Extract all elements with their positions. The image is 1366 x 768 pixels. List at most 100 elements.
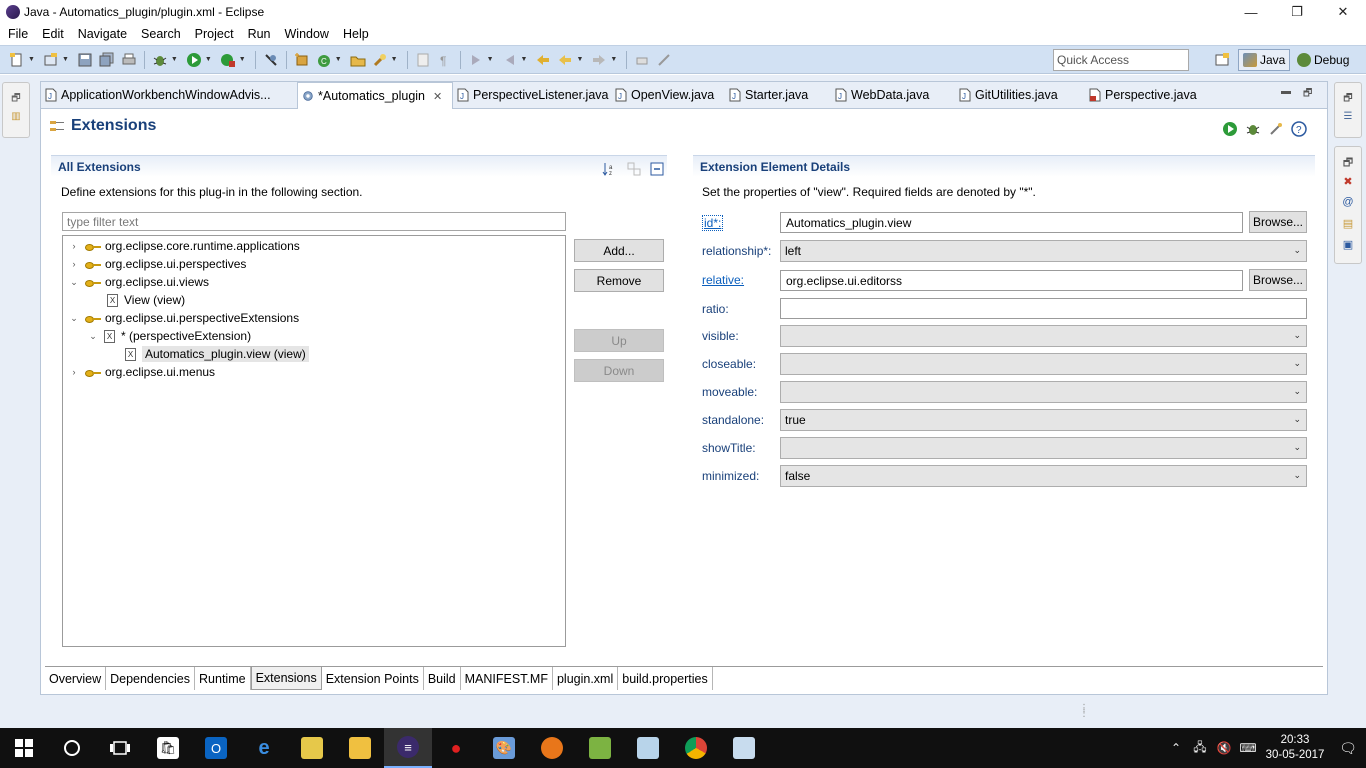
page-tab-manifest[interactable]: MANIFEST.MF bbox=[460, 667, 553, 690]
task-view-icon[interactable] bbox=[96, 728, 144, 768]
tree-item[interactable]: › org.eclipse.core.runtime.applications bbox=[69, 237, 300, 255]
page-tab-runtime[interactable]: Runtime bbox=[195, 667, 251, 690]
export-wizard-icon[interactable] bbox=[1268, 121, 1284, 137]
tree-item[interactable]: › org.eclipse.ui.menus bbox=[69, 363, 216, 381]
back-dropdown-icon[interactable]: ▼ bbox=[576, 56, 583, 63]
next-annotation-dropdown-icon[interactable]: ▼ bbox=[487, 56, 494, 63]
outlook-icon[interactable]: O bbox=[192, 728, 240, 768]
external-tools-icon[interactable] bbox=[220, 52, 236, 68]
search-dropdown-icon[interactable]: ▼ bbox=[391, 56, 398, 63]
showtitle-select[interactable]: ⌄ bbox=[780, 437, 1307, 459]
perspective-java[interactable]: Java bbox=[1238, 49, 1291, 71]
onenote-folder-icon[interactable] bbox=[288, 728, 336, 768]
edit-tool-icon[interactable] bbox=[656, 52, 672, 68]
menu-file[interactable]: File bbox=[0, 27, 35, 41]
tab-perspective-listener[interactable]: J PerspectiveListener.java bbox=[453, 82, 611, 108]
new-project-icon[interactable] bbox=[43, 52, 59, 68]
chevron-right-icon[interactable]: › bbox=[69, 259, 79, 269]
store-icon[interactable]: 🛍 bbox=[144, 728, 192, 768]
page-tab-overview[interactable]: Overview bbox=[45, 667, 107, 690]
quick-access-input[interactable]: Quick Access bbox=[1053, 49, 1189, 71]
id-field[interactable]: Automatics_plugin.view bbox=[780, 212, 1243, 233]
forward-icon[interactable] bbox=[591, 52, 607, 68]
file-explorer-icon[interactable] bbox=[336, 728, 384, 768]
maximize-editor-icon[interactable]: 🗗 bbox=[1303, 86, 1312, 103]
menu-edit[interactable]: Edit bbox=[35, 27, 71, 41]
perspective-debug[interactable]: Debug bbox=[1293, 49, 1353, 71]
menu-project[interactable]: Project bbox=[188, 27, 241, 41]
extensions-filter-input[interactable]: type filter text bbox=[62, 212, 566, 231]
chat-app-icon[interactable]: ● bbox=[432, 728, 480, 768]
network-icon[interactable]: 🖧 bbox=[1188, 738, 1212, 759]
print-icon[interactable] bbox=[121, 52, 137, 68]
paint-icon[interactable]: 🎨 bbox=[480, 728, 528, 768]
cortana-search-icon[interactable] bbox=[48, 728, 96, 768]
relative-browse-button[interactable]: Browse... bbox=[1249, 269, 1307, 291]
declaration-icon[interactable]: ▤ bbox=[1341, 217, 1355, 231]
menu-run[interactable]: Run bbox=[241, 27, 278, 41]
tab-automatics-plugin[interactable]: *Automatics_plugin ✕ bbox=[297, 82, 453, 109]
new-dropdown-icon[interactable]: ▼ bbox=[28, 56, 35, 63]
menu-navigate[interactable]: Navigate bbox=[71, 27, 134, 41]
debug-icon[interactable] bbox=[152, 52, 168, 68]
run-eclipse-application-icon[interactable] bbox=[1222, 121, 1238, 137]
run-dropdown-icon[interactable]: ▼ bbox=[205, 56, 212, 63]
debug-eclipse-application-icon[interactable] bbox=[1245, 121, 1261, 137]
tree-item[interactable]: X View (view) bbox=[107, 291, 185, 309]
debug-dropdown-icon[interactable]: ▼ bbox=[171, 56, 178, 63]
close-button[interactable]: ✕ bbox=[1320, 0, 1366, 24]
edge-browser-icon[interactable]: e bbox=[240, 728, 288, 768]
tab-git-utilities[interactable]: J GitUtilities.java bbox=[955, 82, 1085, 108]
show-whitespace-icon[interactable]: ¶ bbox=[437, 52, 453, 68]
remove-button[interactable]: Remove bbox=[574, 269, 664, 292]
tree-item[interactable]: ⌄ X * (perspectiveExtension) bbox=[88, 327, 251, 345]
minimize-button[interactable]: — bbox=[1228, 0, 1274, 24]
clock[interactable]: 20:33 30-05-2017 bbox=[1260, 733, 1330, 763]
add-button[interactable]: Add... bbox=[574, 239, 664, 262]
javadoc-icon[interactable]: @ bbox=[1341, 196, 1355, 210]
toggle-mark-occurrences-icon[interactable] bbox=[415, 52, 431, 68]
resize-grip-icon[interactable]: ⋮ ⋮ bbox=[1079, 704, 1089, 719]
id-browse-button[interactable]: Browse... bbox=[1249, 211, 1307, 233]
ratio-field[interactable] bbox=[780, 298, 1307, 319]
notepad-plus-icon[interactable] bbox=[576, 728, 624, 768]
restore-view-icon[interactable]: 🗗 bbox=[10, 91, 22, 104]
menu-search[interactable]: Search bbox=[134, 27, 188, 41]
outline-icon[interactable]: ☰ bbox=[1342, 111, 1354, 123]
moveable-select[interactable]: ⌄ bbox=[780, 381, 1307, 403]
action-center-icon[interactable]: 🗨 bbox=[1330, 740, 1366, 757]
chevron-down-icon[interactable]: ⌄ bbox=[88, 331, 98, 342]
start-button[interactable] bbox=[0, 728, 48, 768]
new-class-icon[interactable]: C bbox=[316, 52, 332, 68]
chevron-right-icon[interactable]: › bbox=[69, 367, 79, 377]
forward-dropdown-icon[interactable]: ▼ bbox=[610, 56, 617, 63]
chevron-right-icon[interactable]: › bbox=[69, 241, 79, 251]
firefox-icon[interactable] bbox=[528, 728, 576, 768]
relative-field[interactable]: org.eclipse.ui.editorss bbox=[780, 270, 1243, 291]
tree-item-selected[interactable]: X Automatics_plugin.view (view) bbox=[125, 345, 309, 363]
open-type-icon[interactable] bbox=[350, 52, 366, 68]
page-tab-extension-points[interactable]: Extension Points bbox=[321, 667, 424, 690]
new-class-dropdown-icon[interactable]: ▼ bbox=[335, 56, 342, 63]
volume-muted-icon[interactable]: 🔇 bbox=[1212, 741, 1236, 755]
standalone-select[interactable]: true ⌄ bbox=[780, 409, 1307, 431]
package-explorer-icon[interactable]: ▥ bbox=[10, 111, 22, 123]
id-label-link[interactable]: id*: bbox=[702, 215, 724, 231]
tab-web-data[interactable]: J WebData.java bbox=[831, 82, 955, 108]
close-tab-icon[interactable]: ✕ bbox=[433, 90, 442, 103]
app-icon[interactable] bbox=[720, 728, 768, 768]
last-edit-location-icon[interactable] bbox=[535, 52, 551, 68]
restore-button[interactable]: ❐ bbox=[1274, 0, 1320, 24]
chevron-down-icon[interactable]: ⌄ bbox=[69, 313, 79, 324]
external-tools-dropdown-icon[interactable]: ▼ bbox=[239, 56, 246, 63]
save-all-icon[interactable] bbox=[99, 52, 115, 68]
next-annotation-icon[interactable] bbox=[468, 52, 484, 68]
collapse-all-icon[interactable] bbox=[649, 161, 665, 177]
page-tab-extensions[interactable]: Extensions bbox=[250, 667, 322, 690]
minimize-editor-icon[interactable]: ▬ bbox=[1281, 86, 1291, 97]
down-button[interactable]: Down bbox=[574, 359, 664, 382]
help-icon[interactable]: ? bbox=[1291, 121, 1307, 137]
tree-item[interactable]: ⌄ org.eclipse.ui.views bbox=[69, 273, 209, 291]
page-tab-build-properties[interactable]: build.properties bbox=[618, 667, 713, 690]
chrome-icon[interactable] bbox=[672, 728, 720, 768]
